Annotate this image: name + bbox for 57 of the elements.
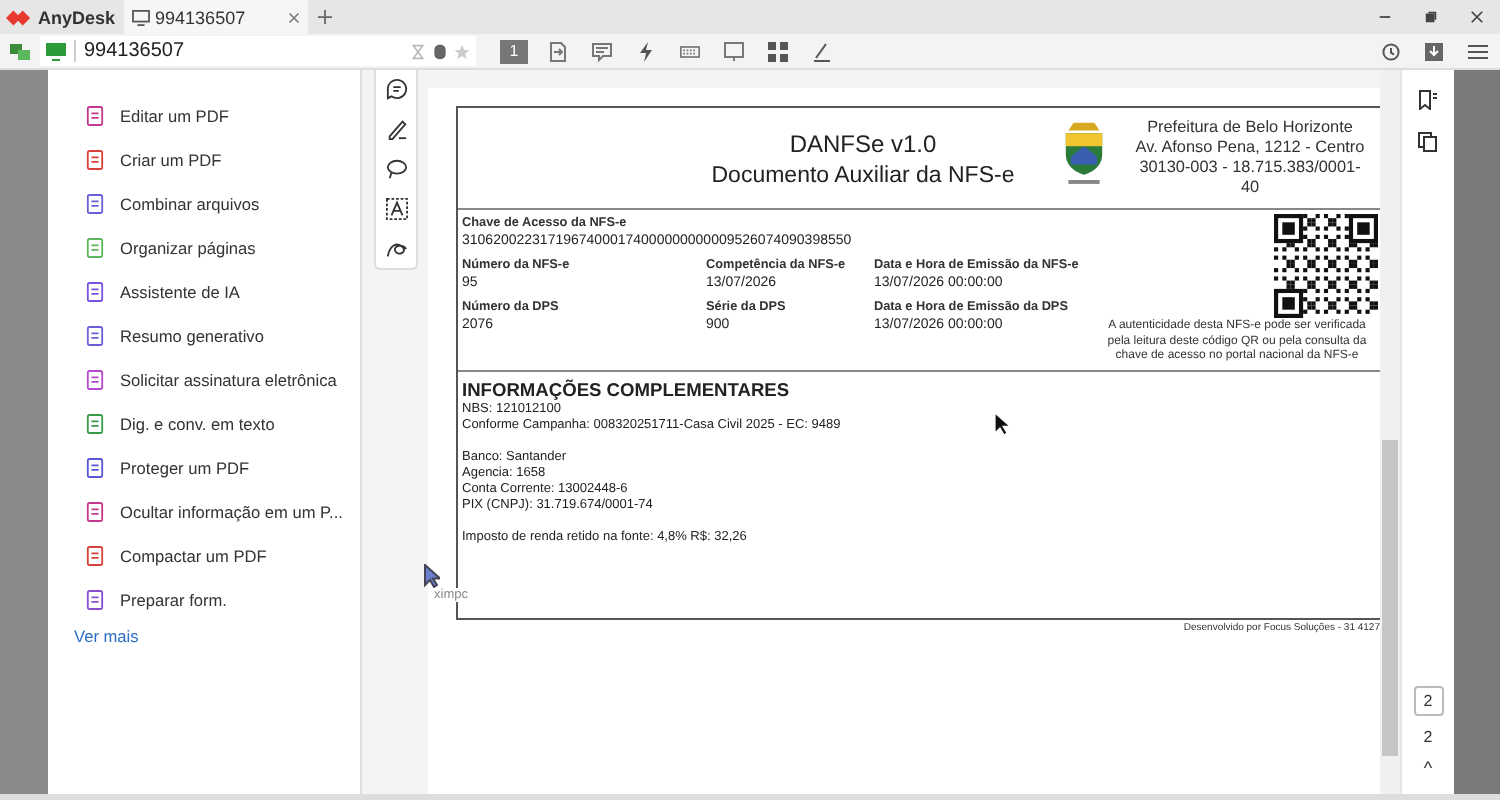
text-select-icon[interactable] [385, 197, 407, 220]
page-count: 2 [1423, 728, 1433, 746]
issuer-text: Av. Afonso Pena, 1212 - Centro [1135, 138, 1365, 158]
page-number-field[interactable]: 2 [1413, 686, 1443, 716]
monitor-icon [46, 41, 66, 61]
session-tab[interactable]: 994136507 [123, 0, 308, 34]
copy-icon[interactable] [1418, 132, 1438, 152]
issuer-text: 40 [1240, 178, 1260, 198]
document-subtitle: Documento Auxiliar da NFS-e [711, 163, 1015, 187]
sidebar-item[interactable]: Assistente de IA [86, 270, 360, 314]
sidebar-item[interactable]: Organizar páginas [86, 226, 360, 270]
file-transfer-icon[interactable] [548, 41, 568, 61]
comment-icon[interactable] [385, 78, 407, 101]
section-heading: INFORMAÇÕES COMPLEMENTARES [462, 380, 792, 402]
sidebar-item[interactable]: Solicitar assinatura eletrônica [86, 358, 360, 402]
sidebar-item[interactable]: Resumo generativo [86, 314, 360, 358]
issuer-text: Prefeitura de Belo Horizonte [1147, 118, 1353, 138]
download-icon[interactable] [1424, 41, 1444, 61]
sidebar-item[interactable]: Proteger um PDF [86, 446, 360, 490]
lasso-icon[interactable] [385, 157, 407, 180]
mouse-cursor-icon [994, 412, 1010, 436]
issuer-text: 30130-003 - 18.715.383/0001- [1139, 158, 1361, 178]
sidebar-item[interactable]: Combinar arquivos [86, 182, 360, 226]
close-icon[interactable] [287, 11, 300, 23]
see-more-link[interactable]: Ver mais [74, 626, 360, 646]
restore-icon[interactable] [1424, 10, 1438, 24]
lightning-icon[interactable] [636, 41, 656, 61]
sidebar-item[interactable]: Criar um PDF [86, 138, 360, 182]
mouse-cursor-icon [424, 564, 440, 588]
display-button[interactable]: 1 [500, 39, 528, 63]
new-tab-icon[interactable] [317, 10, 332, 24]
sidebar-item[interactable]: Editar um PDF [86, 94, 360, 138]
network-icon[interactable] [10, 41, 30, 61]
pen-icon[interactable] [812, 41, 832, 61]
monitor-icon [131, 9, 150, 25]
document-title: DANFSe v1.0 [789, 129, 937, 157]
anydesk-logo-icon [6, 7, 32, 27]
minimize-icon[interactable] [1378, 10, 1392, 24]
address-field[interactable]: 994136507 [40, 36, 476, 66]
sidebar-item[interactable]: Compactar um PDF [86, 534, 360, 578]
menu-icon[interactable] [1468, 41, 1488, 61]
previous-page-button[interactable]: ^ [1423, 758, 1433, 778]
sidebar-item[interactable]: Dig. e conv. em texto [86, 402, 360, 446]
pen-icon[interactable] [385, 118, 407, 141]
close-icon[interactable] [1470, 10, 1484, 24]
sidebar-item[interactable]: Ocultar informação em um P... [86, 490, 360, 534]
keyboard-icon[interactable] [680, 41, 700, 61]
scrollbar-thumb[interactable] [1382, 440, 1398, 756]
history-icon[interactable] [1380, 41, 1400, 61]
chat-icon[interactable] [592, 41, 612, 61]
app-name: AnyDesk [38, 7, 116, 27]
grid-icon[interactable] [768, 41, 788, 61]
qr-code [1274, 214, 1378, 318]
sidebar-item[interactable]: Preparar form. [86, 578, 360, 622]
bookmark-icon[interactable] [1418, 90, 1438, 110]
star-icon[interactable] [454, 43, 470, 59]
monitor-icon[interactable] [724, 41, 744, 61]
